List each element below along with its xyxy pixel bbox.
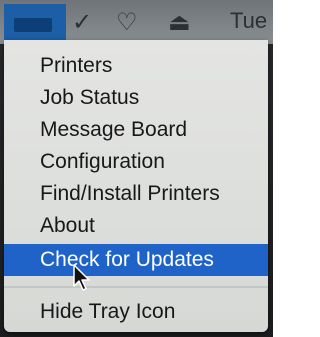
menu-item-configuration[interactable]: Configuration [4,146,268,178]
printer-tray-icon[interactable] [4,4,66,42]
menu-item-about[interactable]: About [4,210,268,242]
screen-photo: ✓ ♡ ⏏ Tue Printers Job Status Message Bo… [0,0,273,337]
menu-bar: ✓ ♡ ⏏ Tue [0,0,273,44]
menu-item-find-install-printers[interactable]: Find/Install Printers [4,178,268,210]
eject-icon[interactable]: ⏏ [168,8,191,37]
menu-item-job-status[interactable]: Job Status [4,82,268,114]
heart-icon[interactable]: ♡ [116,8,138,37]
menu-item-message-board[interactable]: Message Board [4,114,268,146]
tray-dropdown-menu: Printers Job Status Message Board Config… [4,40,268,332]
mouse-pointer-icon [73,264,90,291]
tray-icon-glyph [14,18,52,32]
menu-item-printers[interactable]: Printers [4,50,268,82]
menu-separator [4,286,268,288]
menu-item-check-for-updates[interactable]: Check for Updates [4,244,268,276]
menu-bar-clock[interactable]: Tue [230,8,267,34]
checkmark-icon[interactable]: ✓ [72,8,92,37]
menu-item-hide-tray-icon[interactable]: Hide Tray Icon [4,296,268,328]
